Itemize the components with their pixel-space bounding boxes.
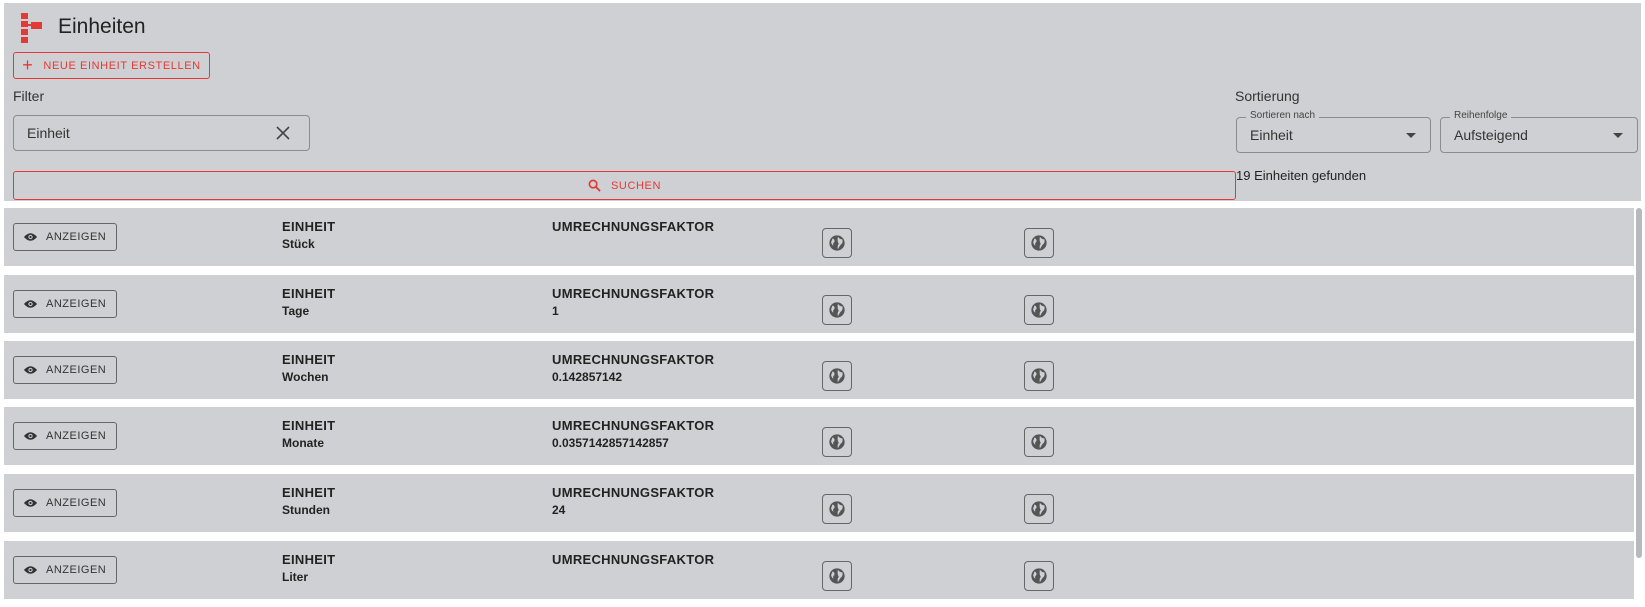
globe-button[interactable] xyxy=(1024,295,1054,325)
filter-input-value: Einheit xyxy=(27,125,70,141)
eye-icon xyxy=(23,566,38,574)
show-button-label: ANZEIGEN xyxy=(46,564,107,576)
eye-icon xyxy=(23,300,38,308)
search-button-label: SUCHEN xyxy=(610,179,662,192)
page: Einheiten + NEUE EINHEIT ERSTELLEN Filte… xyxy=(0,0,1645,607)
globe-button[interactable] xyxy=(1024,228,1054,258)
list-item: ANZEIGEN EINHEIT Monate UMRECHNUNGSFAKTO… xyxy=(4,407,1634,465)
show-button-label: ANZEIGEN xyxy=(46,497,107,509)
unit-column-header: EINHEIT xyxy=(282,552,336,567)
globe-button[interactable] xyxy=(1024,494,1054,524)
order-select[interactable]: Reihenfolge Aufsteigend xyxy=(1440,110,1638,153)
list-item: ANZEIGEN EINHEIT Tage UMRECHNUNGSFAKTOR … xyxy=(4,275,1634,333)
filter-input[interactable]: Einheit xyxy=(13,115,310,151)
globe-button[interactable] xyxy=(822,427,852,457)
globe-icon xyxy=(1031,302,1047,318)
sort-by-value: Einheit xyxy=(1250,127,1293,143)
new-unit-button-label: NEUE EINHEIT ERSTELLEN xyxy=(43,59,201,72)
unit-column-header: EINHEIT xyxy=(282,219,336,234)
page-title: Einheiten xyxy=(58,15,146,38)
sort-by-legend: Sortieren nach xyxy=(1246,110,1320,121)
unit-value: Tage xyxy=(282,304,310,318)
unit-column-header: EINHEIT xyxy=(282,418,336,433)
globe-button[interactable] xyxy=(822,361,852,391)
factor-column-header: UMRECHNUNGSFAKTOR xyxy=(552,552,715,567)
filter-label: Filter xyxy=(13,88,45,104)
unit-value: Liter xyxy=(282,570,309,584)
globe-icon xyxy=(1031,568,1047,584)
app-logo-icon xyxy=(21,13,42,43)
globe-button[interactable] xyxy=(1024,561,1054,591)
globe-button[interactable] xyxy=(1024,427,1054,457)
unit-value: Monate xyxy=(282,436,324,450)
factor-column-header: UMRECHNUNGSFAKTOR xyxy=(552,219,715,234)
show-button-label: ANZEIGEN xyxy=(46,430,107,442)
list-item: ANZEIGEN EINHEIT Stunden UMRECHNUNGSFAKT… xyxy=(4,474,1634,532)
globe-icon xyxy=(829,368,845,384)
eye-icon xyxy=(23,432,38,440)
eye-icon xyxy=(23,366,38,374)
order-legend: Reihenfolge xyxy=(1450,110,1512,121)
result-count: 19 Einheiten gefunden xyxy=(1236,168,1367,183)
unit-column-header: EINHEIT xyxy=(282,286,336,301)
globe-icon xyxy=(1031,235,1047,251)
show-button-label: ANZEIGEN xyxy=(46,364,107,376)
eye-icon xyxy=(23,233,38,241)
list-item: ANZEIGEN EINHEIT Stück UMRECHNUNGSFAKTOR xyxy=(4,208,1634,266)
show-button[interactable]: ANZEIGEN xyxy=(13,290,117,318)
factor-value: 1 xyxy=(552,304,559,318)
globe-icon xyxy=(1031,368,1047,384)
globe-icon xyxy=(829,302,845,318)
globe-button[interactable] xyxy=(1024,361,1054,391)
plus-icon: + xyxy=(22,54,34,75)
show-button[interactable]: ANZEIGEN xyxy=(13,422,117,450)
show-button[interactable]: ANZEIGEN xyxy=(13,556,117,584)
globe-icon xyxy=(1031,434,1047,450)
globe-icon xyxy=(829,568,845,584)
globe-button[interactable] xyxy=(822,561,852,591)
factor-column-header: UMRECHNUNGSFAKTOR xyxy=(552,286,715,301)
eye-icon xyxy=(23,499,38,507)
globe-button[interactable] xyxy=(822,494,852,524)
factor-value: 0.142857142 xyxy=(552,370,623,384)
show-button[interactable]: ANZEIGEN xyxy=(13,489,117,517)
unit-value: Stunden xyxy=(282,503,330,517)
unit-value: Wochen xyxy=(282,370,329,384)
order-value: Aufsteigend xyxy=(1454,127,1528,143)
unit-value: Stück xyxy=(282,237,315,251)
sort-by-select[interactable]: Sortieren nach Einheit xyxy=(1236,110,1431,153)
scrollbar[interactable] xyxy=(1636,208,1642,558)
close-icon[interactable] xyxy=(275,125,291,141)
show-button[interactable]: ANZEIGEN xyxy=(13,356,117,384)
header-panel: Einheiten + NEUE EINHEIT ERSTELLEN Filte… xyxy=(4,3,1641,201)
search-button[interactable]: SUCHEN xyxy=(13,171,1236,200)
globe-button[interactable] xyxy=(822,228,852,258)
search-icon xyxy=(588,179,601,192)
list-item: ANZEIGEN EINHEIT Liter UMRECHNUNGSFAKTOR xyxy=(4,541,1634,599)
show-button-label: ANZEIGEN xyxy=(46,231,107,243)
chevron-down-icon xyxy=(1406,133,1416,138)
globe-button[interactable] xyxy=(822,295,852,325)
factor-column-header: UMRECHNUNGSFAKTOR xyxy=(552,485,715,500)
sort-label: Sortierung xyxy=(1235,88,1300,104)
unit-column-header: EINHEIT xyxy=(282,352,336,367)
show-button[interactable]: ANZEIGEN xyxy=(13,223,117,251)
globe-icon xyxy=(829,235,845,251)
list-item: ANZEIGEN EINHEIT Wochen UMRECHNUNGSFAKTO… xyxy=(4,341,1634,399)
factor-column-header: UMRECHNUNGSFAKTOR xyxy=(552,352,715,367)
globe-icon xyxy=(1031,501,1047,517)
unit-column-header: EINHEIT xyxy=(282,485,336,500)
show-button-label: ANZEIGEN xyxy=(46,298,107,310)
globe-icon xyxy=(829,434,845,450)
factor-column-header: UMRECHNUNGSFAKTOR xyxy=(552,418,715,433)
new-unit-button[interactable]: + NEUE EINHEIT ERSTELLEN xyxy=(13,52,210,79)
factor-value: 24 xyxy=(552,503,566,517)
factor-value: 0.0357142857142857 xyxy=(552,436,669,450)
globe-icon xyxy=(829,501,845,517)
chevron-down-icon xyxy=(1613,133,1623,138)
